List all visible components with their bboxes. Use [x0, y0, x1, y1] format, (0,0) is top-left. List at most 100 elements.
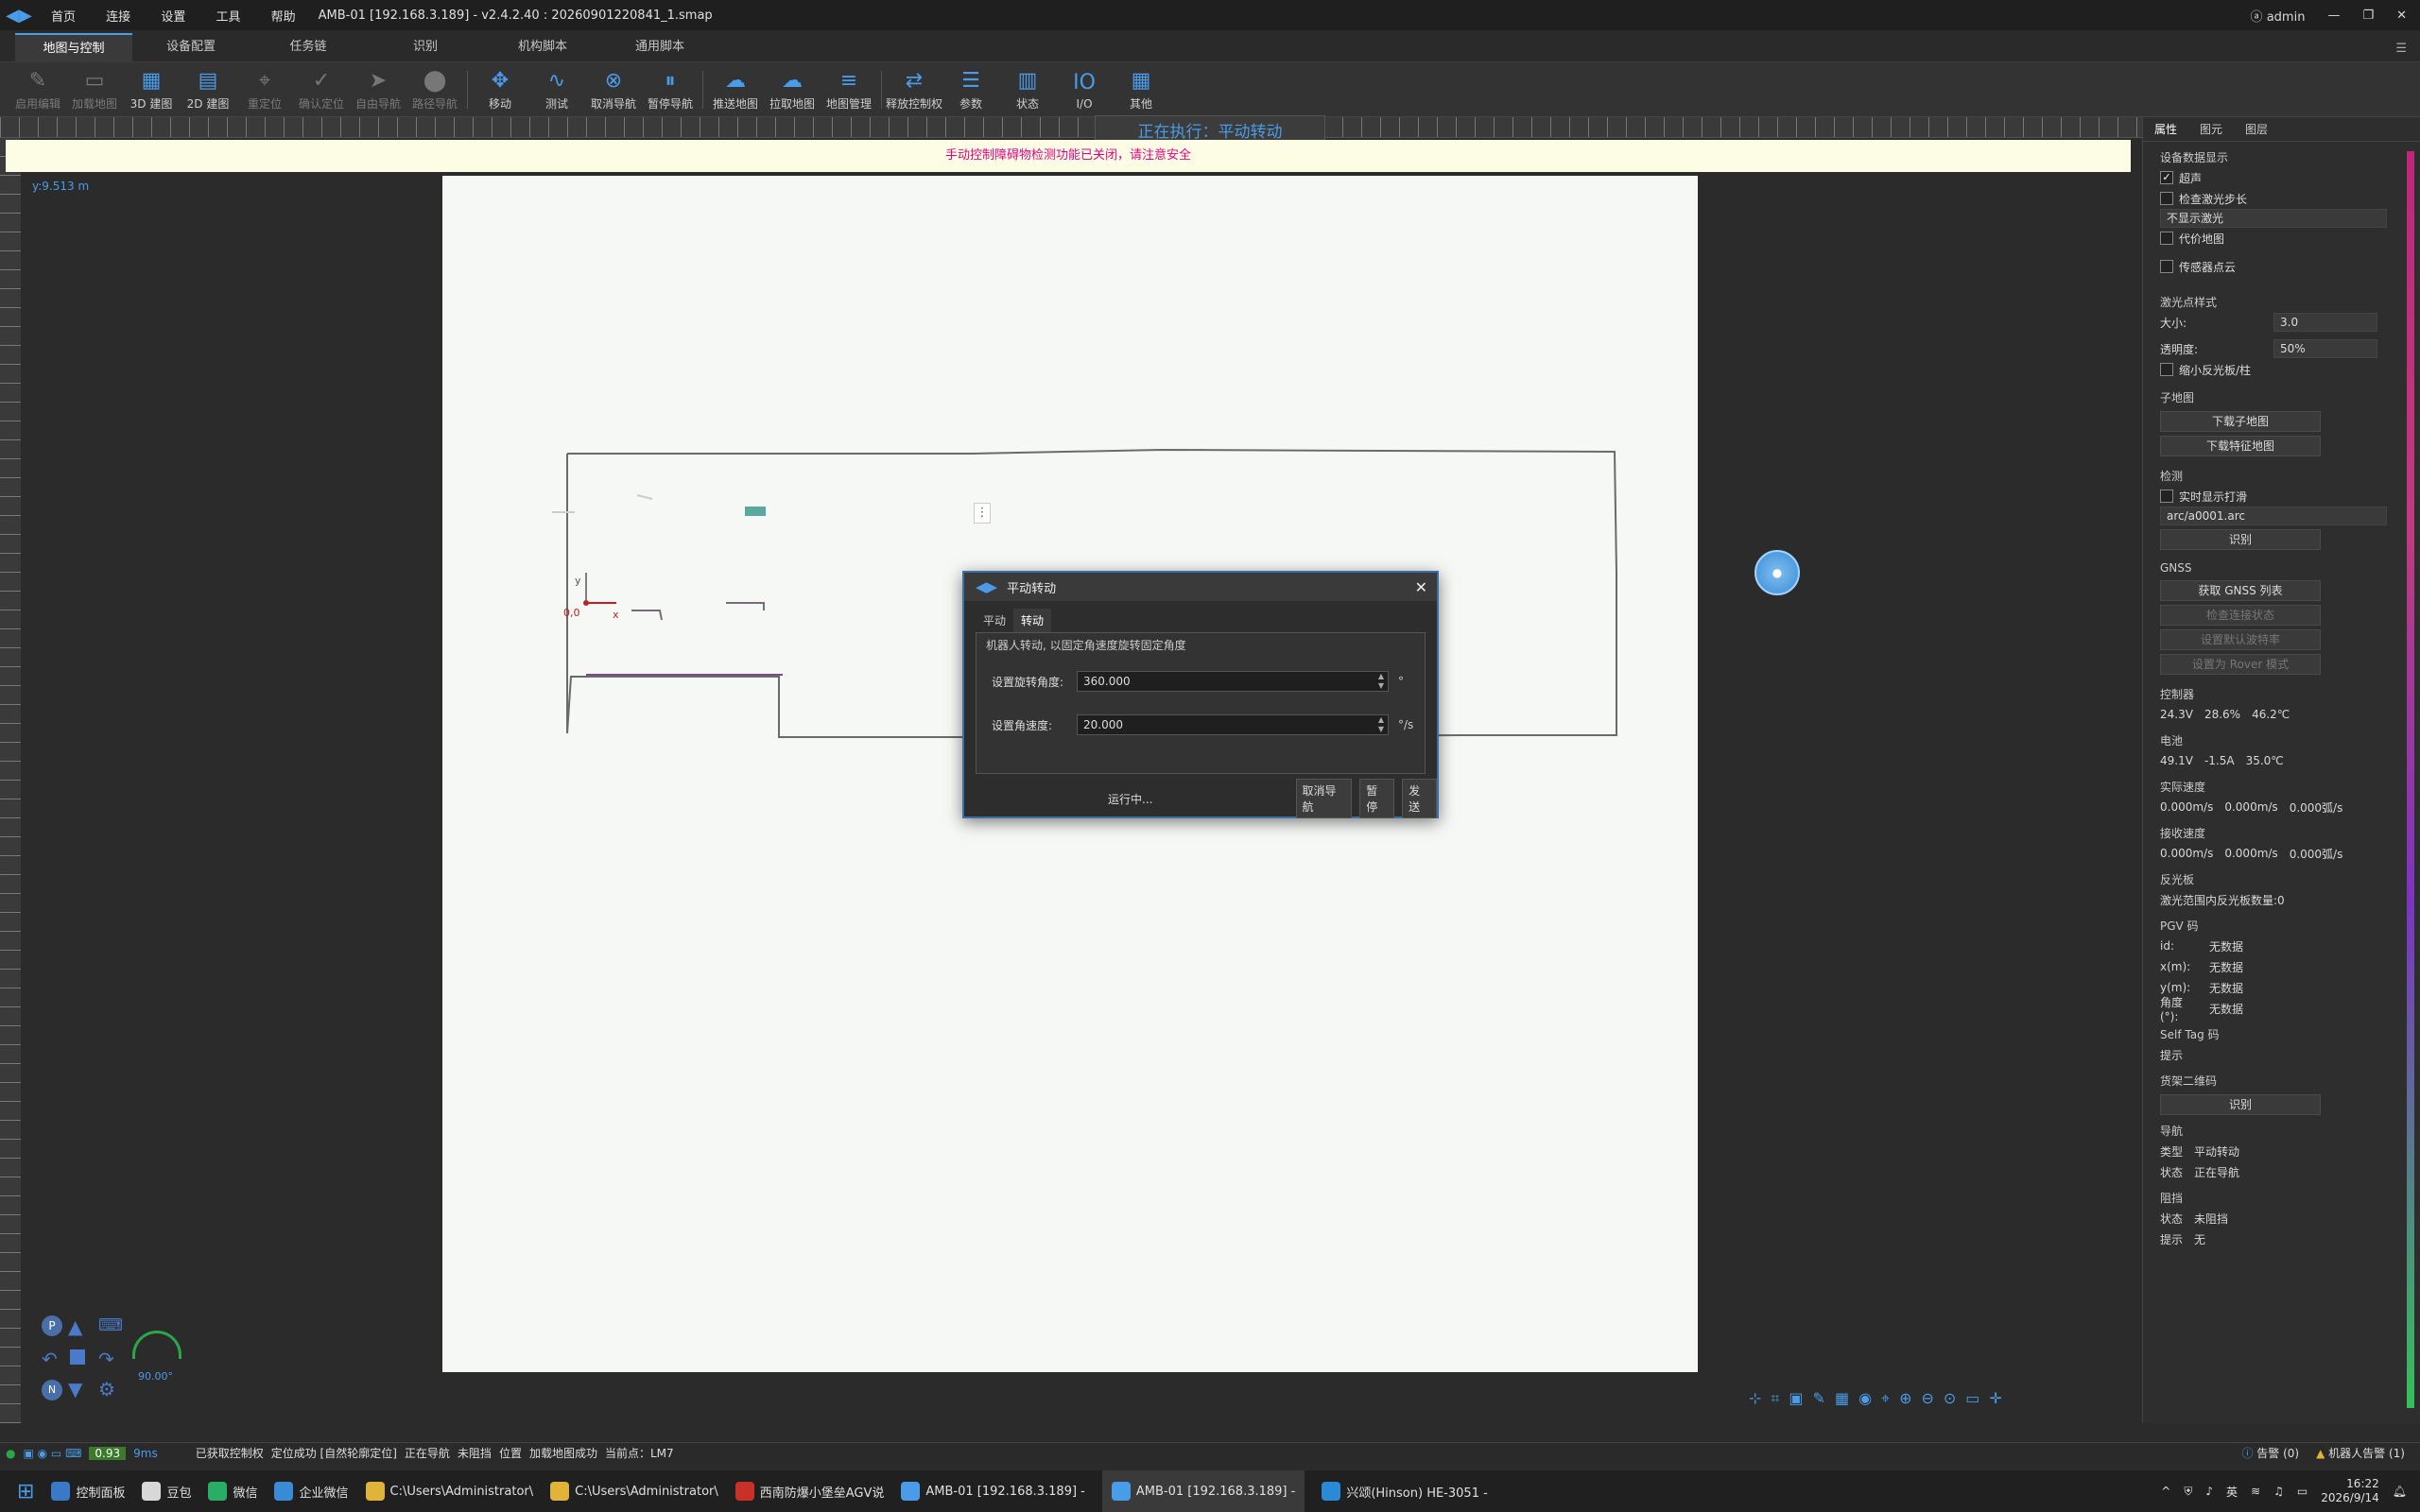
grid-toggle-icon[interactable]: ▦	[1835, 1389, 1849, 1412]
rotate-right-icon[interactable]: ↷	[98, 1348, 114, 1370]
toolbar-button-4[interactable]: ⌖ 重定位	[236, 64, 293, 115]
zoom-out-icon[interactable]: ⊖	[1921, 1389, 1933, 1412]
zoom-in-icon[interactable]: ⊕	[1899, 1389, 1911, 1412]
ime-indicator[interactable]: 英	[2226, 1484, 2238, 1500]
taskbar-item[interactable]: 控制面板	[51, 1470, 125, 1512]
laser-mode-select[interactable]: 不显示激光	[2160, 209, 2387, 228]
toolbar-button-18[interactable]: IO I/O	[1056, 64, 1113, 115]
pause-button[interactable]: 暂停	[1359, 779, 1395, 818]
realtime-slip-row[interactable]: 实时显示打滑	[2160, 486, 2416, 507]
gnss-baud-button[interactable]: 设置默认波特率	[2160, 629, 2321, 650]
volume-icon[interactable]: ♫	[2273, 1485, 2284, 1498]
realtime-slip-checkbox[interactable]	[2160, 490, 2173, 503]
toolbar-button-17[interactable]: ▥ 状态	[999, 64, 1056, 115]
status-tool-icons[interactable]: ▣ ◉ ▭ ⌨	[23, 1447, 81, 1460]
toolbar-button-16[interactable]: ☰ 参数	[942, 64, 999, 115]
toolbar-button-2[interactable]: ▦ 3D 建图	[123, 64, 180, 115]
robot-status-badge[interactable]: ●	[1754, 550, 1800, 595]
panel-scrollbar[interactable]	[2407, 151, 2414, 1408]
rotate-left-icon[interactable]: ↶	[42, 1348, 58, 1370]
tab-task-chain[interactable]: 任务链	[250, 33, 367, 61]
tab-recognize[interactable]: 识别	[367, 33, 484, 61]
toolbar-button-5[interactable]: ✓ 确认定位	[293, 64, 350, 115]
toolbar-button-6[interactable]: ➤ 自由导航	[350, 64, 406, 115]
wifi-icon[interactable]: ≋	[2251, 1485, 2260, 1498]
edit-icon[interactable]: ✎	[1813, 1389, 1825, 1412]
tab-device-config[interactable]: 设备配置	[132, 33, 250, 61]
toolbar-button-11[interactable]: ⏸ 暂停导航	[642, 64, 699, 115]
toolbar-button-9[interactable]: ∿ 测试	[528, 64, 585, 115]
toolbar-button-3[interactable]: ▤ 2D 建图	[180, 64, 236, 115]
toolbar-button-15[interactable]: ⇄ 释放控制权	[886, 64, 942, 115]
dialog-close-icon[interactable]: ✕	[1415, 578, 1427, 596]
dialog-tab-rotate[interactable]: 转动	[1013, 609, 1052, 632]
gear-icon[interactable]: ⚙	[98, 1378, 115, 1400]
more-icon[interactable]: ⋮	[974, 503, 991, 524]
download-feature-map-button[interactable]: 下载特征地图	[2160, 436, 2321, 456]
taskbar-item[interactable]: 微信	[208, 1470, 257, 1512]
menu-help[interactable]: 帮助	[271, 10, 296, 25]
north-icon[interactable]: N	[42, 1380, 62, 1400]
taskbar-item[interactable]: AMB-01 [192.168.3.189] -	[1101, 1470, 1305, 1512]
eye-icon[interactable]: ◉	[1858, 1389, 1872, 1412]
toolbar-button-10[interactable]: ⊗ 取消导航	[585, 64, 642, 115]
taskbar-item[interactable]: AMB-01 [192.168.3.189] -	[901, 1470, 1085, 1512]
toolbar-button-13[interactable]: ☁ 拉取地图	[764, 64, 821, 115]
taskbar-item[interactable]: 豆包	[142, 1470, 191, 1512]
notification-icon[interactable]: 🔔︎	[2393, 1485, 2407, 1498]
close-icon[interactable]: ✕	[2396, 9, 2407, 23]
detect-recognize-button[interactable]: 识别	[2160, 529, 2321, 550]
toolbar-button-1[interactable]: ▭ 加载地图	[66, 64, 123, 115]
menu-settings[interactable]: 设置	[161, 10, 185, 25]
windows-start-icon[interactable]: ⊞	[17, 1480, 34, 1503]
fit-icon[interactable]: ⊹	[1749, 1389, 1761, 1412]
toolbar-button-19[interactable]: ▦ 其他	[1113, 64, 1169, 115]
select-icon[interactable]: ⌗	[1771, 1389, 1779, 1412]
sensor-cloud-checkbox[interactable]	[2160, 260, 2173, 273]
gnss-rover-button[interactable]: 设置为 Rover 模式	[2160, 654, 2321, 675]
zoom-reset-icon[interactable]: ⊙	[1944, 1389, 1956, 1412]
tray-mic-icon[interactable]: ♪	[2205, 1485, 2213, 1498]
send-button[interactable]: 发送	[1402, 779, 1437, 818]
laser-step-checkbox[interactable]	[2160, 192, 2173, 205]
robot-alarm-indicator[interactable]: ▲ 机器人告警 (1)	[2316, 1445, 2405, 1461]
tab-map-control[interactable]: 地图与控制	[15, 33, 132, 61]
menu-connect[interactable]: 连接	[106, 10, 130, 25]
laser-step-row[interactable]: 检查激光步长	[2160, 188, 2416, 209]
battery-icon[interactable]: ▭	[2297, 1485, 2308, 1498]
dialog-tab-translate[interactable]: 平动	[976, 609, 1013, 632]
restore-icon[interactable]: ❐	[2362, 9, 2374, 23]
center-icon[interactable]: ✛	[1989, 1389, 2001, 1412]
gamepad-icon[interactable]: ⌨	[98, 1315, 123, 1335]
taskbar-item[interactable]: 兴颂(Hinson) HE-3051 -	[1322, 1470, 1488, 1512]
sensor-cloud-row[interactable]: 传感器点云	[2160, 256, 2416, 277]
stop-icon[interactable]	[70, 1349, 85, 1365]
rtab-elements[interactable]: 图元	[2188, 121, 2234, 137]
arrow-down-icon[interactable]: ▼	[68, 1378, 82, 1400]
menu-tools[interactable]: 工具	[216, 10, 240, 25]
speed-input[interactable]: 20.000 ▲ ▼	[1077, 714, 1389, 735]
speed-spinner-icon[interactable]: ▲ ▼	[1378, 715, 1384, 734]
arc-file-field[interactable]: arc/a0001.arc	[2160, 507, 2387, 525]
toolbar-button-8[interactable]: ✥ 移动	[472, 64, 528, 115]
arrow-up-icon[interactable]: ▲	[68, 1315, 82, 1338]
ultrasonic-checkbox[interactable]: ✓	[2160, 171, 2173, 184]
alarm-indicator[interactable]: ⓘ 告警 (0)	[2241, 1445, 2299, 1461]
angle-input[interactable]: 360.000 ▲ ▼	[1077, 671, 1389, 692]
shrink-reflector-checkbox[interactable]	[2160, 363, 2173, 376]
shrink-reflector-row[interactable]: 缩小反光板/柱	[2160, 359, 2416, 380]
tray-shield-icon[interactable]: ⛨	[2184, 1485, 2192, 1499]
toolbar-button-0[interactable]: ✎ 启用编辑	[9, 64, 66, 115]
menu-home[interactable]: 首页	[51, 10, 76, 25]
panel-settings-icon[interactable]: ☰	[2395, 42, 2407, 56]
download-submap-button[interactable]: 下载子地图	[2160, 411, 2321, 432]
gnss-list-button[interactable]: 获取 GNSS 列表	[2160, 580, 2321, 601]
rtab-properties[interactable]: 属性	[2143, 121, 2188, 137]
taskbar-item[interactable]: C:\Users\Administrator\	[550, 1470, 718, 1512]
rtab-layers[interactable]: 图层	[2234, 121, 2279, 137]
laser-size-select[interactable]: 3.0	[2273, 313, 2377, 332]
user-account[interactable]: ⓐ admin	[2251, 7, 2306, 25]
clock[interactable]: 16:22 2026/9/14	[2321, 1477, 2379, 1505]
laser-opacity-select[interactable]: 50%	[2273, 339, 2377, 358]
cost-map-checkbox[interactable]	[2160, 232, 2173, 245]
